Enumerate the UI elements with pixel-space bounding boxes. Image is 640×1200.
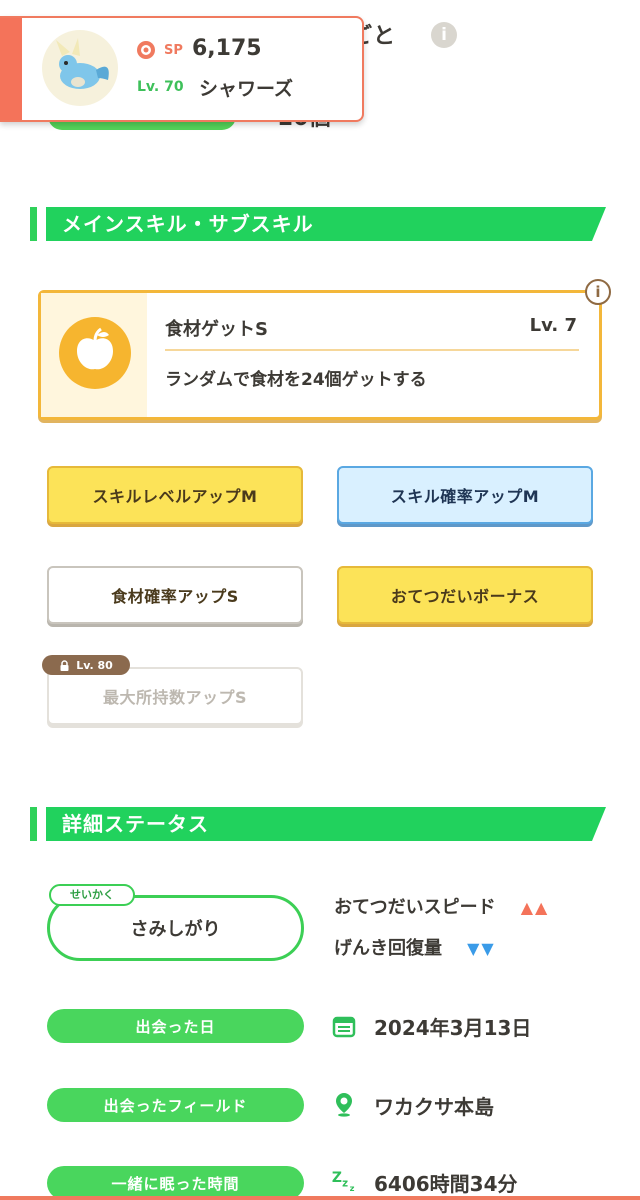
card-accent-strip [0,18,22,120]
info-icon[interactable]: i [431,22,457,48]
svg-text:Z: Z [332,1170,342,1186]
slept-time-label: 一緒に眠った時間 [47,1166,304,1200]
sub-skill-button-4[interactable]: おてつだいボーナス [337,566,593,624]
svg-text:z: z [350,1183,355,1193]
pokemon-header-card: SP 6,175 Lv. 70 シャワーズ [0,16,364,122]
sp-value: 6,175 [192,36,262,61]
sleep-zzz-icon: Z z z [331,1167,357,1193]
main-skill-card[interactable]: 食材ゲットS Lv. 7 ランダムで食材を24個ゲットする [38,290,602,420]
pokemon-level: Lv. 70 [137,79,184,95]
slept-time-value: 6406時間34分 [374,1172,518,1196]
section-title: 詳細ステータス [62,812,209,836]
unlock-level-badge: Lv. 80 [42,655,130,675]
main-skill-level: Lv. 7 [529,315,577,336]
up-arrows-icon: ▲▲ [520,898,550,917]
nature-down-stat: げんき回復量 [334,938,442,959]
svg-text:z: z [342,1179,348,1190]
met-field-value: ワカクサ本島 [374,1095,494,1119]
main-skill-name: 食材ゲットS [165,319,268,340]
sub-skill-button-1[interactable]: スキルレベルアップM [47,466,303,524]
sub-skill-button-5-locked[interactable]: 最大所持数アップS [47,667,303,725]
nature-down-row: げんき回復量 ▼▼ [334,934,496,960]
sub-skill-button-2[interactable]: スキル確率アップM [337,466,593,524]
section-marker [30,807,37,841]
sp-icon [137,41,155,59]
skill-icon-area [41,293,147,417]
nature-up-stat: おてつだいスピード [334,897,496,918]
section-header-details: 詳細ステータス [46,807,606,841]
nature-tag: せいかく [49,884,135,906]
apple-icon [59,317,131,389]
met-field-label: 出会ったフィールド [47,1088,304,1122]
section-title: メインスキル・サブスキル [62,212,314,236]
unlock-level-text: Lv. 80 [76,658,113,672]
divider [165,349,579,351]
pokemon-avatar [42,30,118,106]
pokemon-name: シャワーズ [199,78,294,100]
sp-label: SP [164,43,183,58]
met-date-label: 出会った日 [47,1009,304,1043]
section-marker [30,207,37,241]
met-date-value: 2024年3月13日 [374,1016,532,1040]
section-header-skills: メインスキル・サブスキル [46,207,606,241]
lock-icon [60,659,69,671]
calendar-icon [331,1013,357,1039]
sub-skill-button-3[interactable]: 食材確率アップS [47,566,303,624]
main-skill-description: ランダムで食材を24個ゲットする [165,370,427,390]
bottom-edge-bar [0,1196,640,1200]
location-pin-icon [331,1091,357,1117]
skill-info-icon[interactable]: i [585,279,611,305]
nature-up-row: おてつだいスピード ▲▲ [334,893,549,919]
down-arrows-icon: ▼▼ [467,939,496,958]
